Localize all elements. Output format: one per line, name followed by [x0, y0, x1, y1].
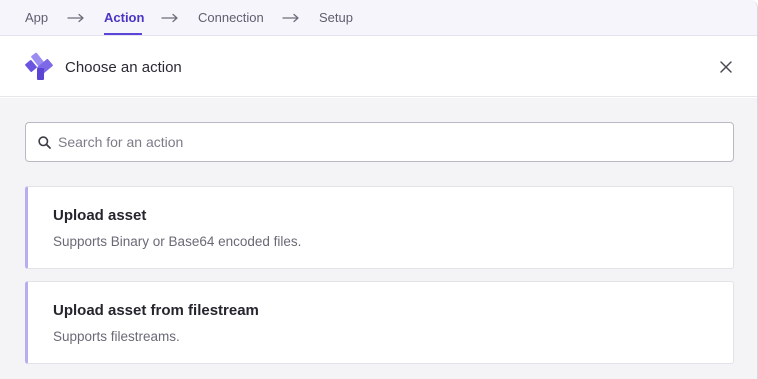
arrow-right-icon [282, 13, 299, 23]
step-setup[interactable]: Setup [319, 11, 353, 25]
action-description: Supports filestreams. [53, 329, 180, 344]
action-card-upload-asset[interactable]: Upload asset Supports Binary or Base64 e… [25, 186, 734, 269]
action-picker-panel: App Action Connection Setup Choose an ac… [0, 0, 758, 379]
app-logo-icon [25, 52, 53, 80]
arrow-right-icon [161, 13, 178, 23]
search-input[interactable] [58, 123, 718, 161]
step-connection[interactable]: Connection [198, 11, 264, 25]
step-app[interactable]: App [25, 11, 48, 25]
panel-header: Choose an action [0, 37, 757, 97]
search-box[interactable] [25, 122, 734, 162]
search-icon [38, 136, 51, 149]
stepper: App Action Connection Setup [0, 0, 757, 36]
close-icon[interactable] [718, 59, 734, 75]
step-action[interactable]: Action [104, 11, 144, 25]
action-title: Upload asset from filestream [53, 302, 259, 319]
action-card-upload-asset-from-filestream[interactable]: Upload asset from filestream Supports fi… [25, 281, 734, 364]
action-title: Upload asset [53, 207, 147, 224]
panel-title: Choose an action [65, 59, 182, 76]
panel-body: Upload asset Supports Binary or Base64 e… [0, 98, 757, 379]
active-step-indicator [104, 33, 142, 35]
arrow-right-icon [67, 13, 84, 23]
action-description: Supports Binary or Base64 encoded files. [53, 234, 302, 249]
